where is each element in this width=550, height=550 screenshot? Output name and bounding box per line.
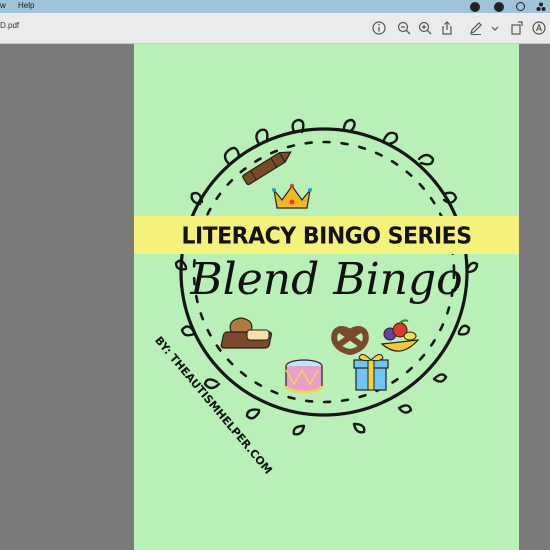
fruit-picture	[380, 319, 420, 352]
zoom-in-icon[interactable]	[417, 20, 433, 36]
markup-pen-icon[interactable]	[468, 20, 484, 36]
bread-picture	[220, 317, 273, 349]
info-icon[interactable]	[371, 20, 387, 36]
series-title: LITERACY BINGO SERIES	[181, 223, 472, 250]
page-title: Blend Bingo	[190, 254, 463, 305]
menu-bar: w Help	[0, 0, 550, 13]
pdf-page: LITERACY BINGO SERIES Blend Bingo BY: TH…	[134, 44, 519, 550]
document-title: D.pdf	[0, 21, 20, 30]
status-icon-4[interactable]	[536, 2, 546, 12]
rotate-icon[interactable]	[509, 20, 525, 36]
annotate-icon[interactable]	[531, 20, 547, 36]
status-icon-3[interactable]	[516, 2, 525, 11]
crown-picture	[272, 183, 312, 209]
status-icon-2[interactable]	[494, 2, 504, 12]
preview-toolbar: D.pdf	[0, 13, 550, 44]
gift-picture	[353, 354, 389, 391]
menu-item-help[interactable]: Help	[18, 1, 34, 10]
menu-item-view[interactable]: w	[0, 1, 6, 10]
zoom-out-icon[interactable]	[396, 20, 412, 36]
status-icon-1[interactable]	[470, 2, 480, 12]
drum-picture	[284, 359, 324, 394]
pretzel-picture	[331, 326, 369, 355]
chevron-down-icon[interactable]	[487, 20, 503, 36]
share-icon[interactable]	[439, 20, 455, 36]
crayon-picture	[242, 151, 292, 186]
